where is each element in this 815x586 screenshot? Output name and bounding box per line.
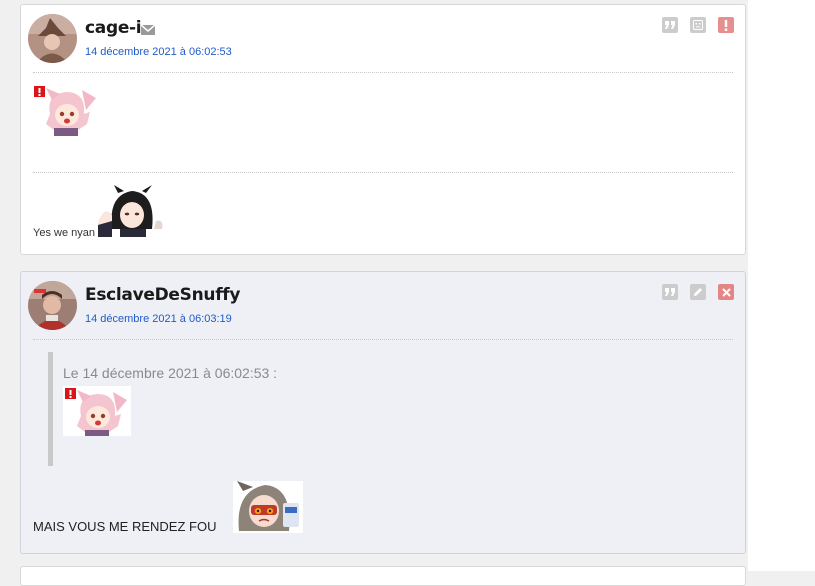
- post-divider: [33, 72, 733, 73]
- nyan-sticker-alert[interactable]: [63, 386, 131, 436]
- post-actions: [662, 17, 734, 33]
- sad-face-icon[interactable]: [690, 17, 706, 33]
- post-date[interactable]: 14 décembre 2021 à 06:02:53: [85, 46, 232, 58]
- quote-icon[interactable]: [662, 17, 678, 33]
- quote-block: Le 14 décembre 2021 à 06:02:53 :: [48, 352, 453, 466]
- alert-icon[interactable]: [718, 17, 734, 33]
- author-name[interactable]: cage-i: [85, 18, 142, 38]
- author-name[interactable]: EsclaveDeSnuffy: [85, 285, 240, 305]
- quote-icon[interactable]: [662, 284, 678, 300]
- quote-header: Le 14 décembre 2021 à 06:02:53 :: [63, 365, 278, 381]
- edit-icon[interactable]: [690, 284, 706, 300]
- post-actions: [662, 284, 734, 300]
- nyan-sticker-alert[interactable]: [32, 84, 98, 136]
- mail-icon[interactable]: [140, 22, 156, 40]
- signature-divider: [33, 172, 733, 173]
- delete-icon[interactable]: [718, 284, 734, 300]
- avatar[interactable]: [28, 14, 77, 63]
- right-column-background: [748, 0, 815, 571]
- post-date[interactable]: 14 décembre 2021 à 06:03:19: [85, 313, 232, 325]
- forum-post: cage-i 14 décembre 2021 à 06:02:53 Yes w…: [20, 4, 746, 255]
- post-text: MAIS VOUS ME RENDEZ FOU: [33, 519, 217, 534]
- forum-post-partial: [20, 566, 746, 586]
- post-divider: [33, 339, 733, 340]
- kaguya-sticker[interactable]: [98, 185, 166, 237]
- avatar[interactable]: [28, 281, 77, 330]
- forum-post: EsclaveDeSnuffy 14 décembre 2021 à 06:03…: [20, 271, 746, 554]
- post-text: Yes we nyan: [33, 227, 95, 239]
- angry-girl-sticker[interactable]: [233, 481, 303, 533]
